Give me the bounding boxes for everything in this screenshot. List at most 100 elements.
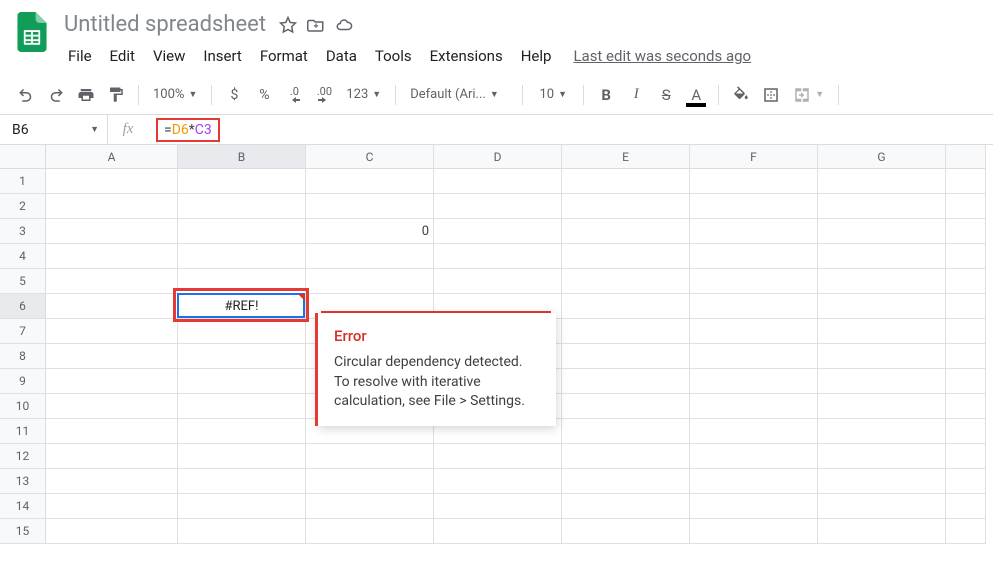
cell[interactable] <box>690 494 818 519</box>
cell[interactable] <box>434 244 562 269</box>
decrease-decimal-button[interactable]: .0 <box>280 81 308 109</box>
cell[interactable] <box>562 444 690 469</box>
cell[interactable] <box>434 269 562 294</box>
italic-button[interactable]: I <box>622 81 650 109</box>
merge-cells-dropdown[interactable]: ▼ <box>787 81 830 109</box>
row-header-2[interactable]: 2 <box>0 194 46 219</box>
cell[interactable] <box>562 369 690 394</box>
cell-B6[interactable]: #REF! <box>178 294 306 319</box>
cell[interactable] <box>306 494 434 519</box>
more-formats-dropdown[interactable]: 123▼ <box>340 81 387 109</box>
row-header-11[interactable]: 11 <box>0 419 46 444</box>
cell[interactable] <box>178 344 306 369</box>
col-header-C[interactable]: C <box>306 145 434 169</box>
cell[interactable] <box>946 319 986 344</box>
cell[interactable] <box>946 519 986 544</box>
cell[interactable] <box>690 194 818 219</box>
cell[interactable] <box>562 294 690 319</box>
cell[interactable] <box>178 269 306 294</box>
cell[interactable] <box>46 519 178 544</box>
menu-help[interactable]: Help <box>513 43 560 69</box>
cloud-status-icon[interactable] <box>334 15 354 35</box>
cell[interactable] <box>562 219 690 244</box>
cell[interactable] <box>178 319 306 344</box>
cell[interactable] <box>818 469 946 494</box>
menu-extensions[interactable]: Extensions <box>422 43 511 69</box>
cell[interactable] <box>946 269 986 294</box>
cell[interactable] <box>306 194 434 219</box>
cell[interactable] <box>178 444 306 469</box>
cell[interactable] <box>178 244 306 269</box>
cell[interactable] <box>818 269 946 294</box>
menu-data[interactable]: Data <box>318 43 365 69</box>
cell[interactable] <box>562 344 690 369</box>
print-button[interactable] <box>72 81 100 109</box>
cell[interactable] <box>946 219 986 244</box>
cell[interactable] <box>306 469 434 494</box>
cell[interactable] <box>434 469 562 494</box>
row-header-9[interactable]: 9 <box>0 369 46 394</box>
cell[interactable] <box>818 319 946 344</box>
cell[interactable] <box>690 169 818 194</box>
cell[interactable] <box>690 344 818 369</box>
cell[interactable] <box>818 419 946 444</box>
row-header-13[interactable]: 13 <box>0 469 46 494</box>
row-header-7[interactable]: 7 <box>0 319 46 344</box>
menu-format[interactable]: Format <box>252 43 316 69</box>
menu-file[interactable]: File <box>60 43 100 69</box>
percent-button[interactable]: % <box>250 81 278 109</box>
row-header-14[interactable]: 14 <box>0 494 46 519</box>
cell[interactable] <box>690 519 818 544</box>
col-header-D[interactable]: D <box>434 145 562 169</box>
row-header-4[interactable]: 4 <box>0 244 46 269</box>
cell[interactable] <box>818 219 946 244</box>
move-icon[interactable] <box>306 15 326 35</box>
strikethrough-button[interactable]: S <box>652 81 680 109</box>
cell-C3[interactable]: 0 <box>306 219 434 244</box>
cell[interactable] <box>818 369 946 394</box>
menu-tools[interactable]: Tools <box>367 43 420 69</box>
cell[interactable] <box>818 169 946 194</box>
cell[interactable] <box>434 444 562 469</box>
col-header-F[interactable]: F <box>690 145 818 169</box>
menu-insert[interactable]: Insert <box>195 43 249 69</box>
cell[interactable] <box>562 169 690 194</box>
menu-view[interactable]: View <box>145 43 193 69</box>
select-all-corner[interactable] <box>0 145 46 169</box>
cell[interactable] <box>306 169 434 194</box>
cell[interactable] <box>690 369 818 394</box>
col-header-E[interactable]: E <box>562 145 690 169</box>
row-header-1[interactable]: 1 <box>0 169 46 194</box>
cell[interactable] <box>818 394 946 419</box>
cell[interactable] <box>562 469 690 494</box>
cell[interactable] <box>690 269 818 294</box>
cell[interactable] <box>434 219 562 244</box>
cell[interactable] <box>690 294 818 319</box>
cell[interactable] <box>46 394 178 419</box>
cell[interactable] <box>562 419 690 444</box>
row-header-10[interactable]: 10 <box>0 394 46 419</box>
undo-button[interactable] <box>12 81 40 109</box>
cell[interactable] <box>46 344 178 369</box>
cell[interactable] <box>946 394 986 419</box>
col-header-G[interactable]: G <box>818 145 946 169</box>
borders-button[interactable] <box>757 81 785 109</box>
cell[interactable] <box>562 194 690 219</box>
paint-format-button[interactable] <box>102 81 130 109</box>
cell[interactable] <box>946 494 986 519</box>
cell[interactable] <box>46 319 178 344</box>
cell[interactable] <box>690 469 818 494</box>
redo-button[interactable] <box>42 81 70 109</box>
fill-color-button[interactable] <box>727 81 755 109</box>
cell[interactable] <box>434 494 562 519</box>
cell[interactable] <box>818 294 946 319</box>
cell[interactable] <box>946 169 986 194</box>
cell[interactable] <box>818 519 946 544</box>
formula-input[interactable]: =D6*C3 <box>148 118 993 142</box>
cell[interactable] <box>690 444 818 469</box>
row-header-6[interactable]: 6 <box>0 294 46 319</box>
cell[interactable] <box>46 269 178 294</box>
cell[interactable] <box>946 294 986 319</box>
cell[interactable] <box>46 494 178 519</box>
cell[interactable] <box>306 244 434 269</box>
